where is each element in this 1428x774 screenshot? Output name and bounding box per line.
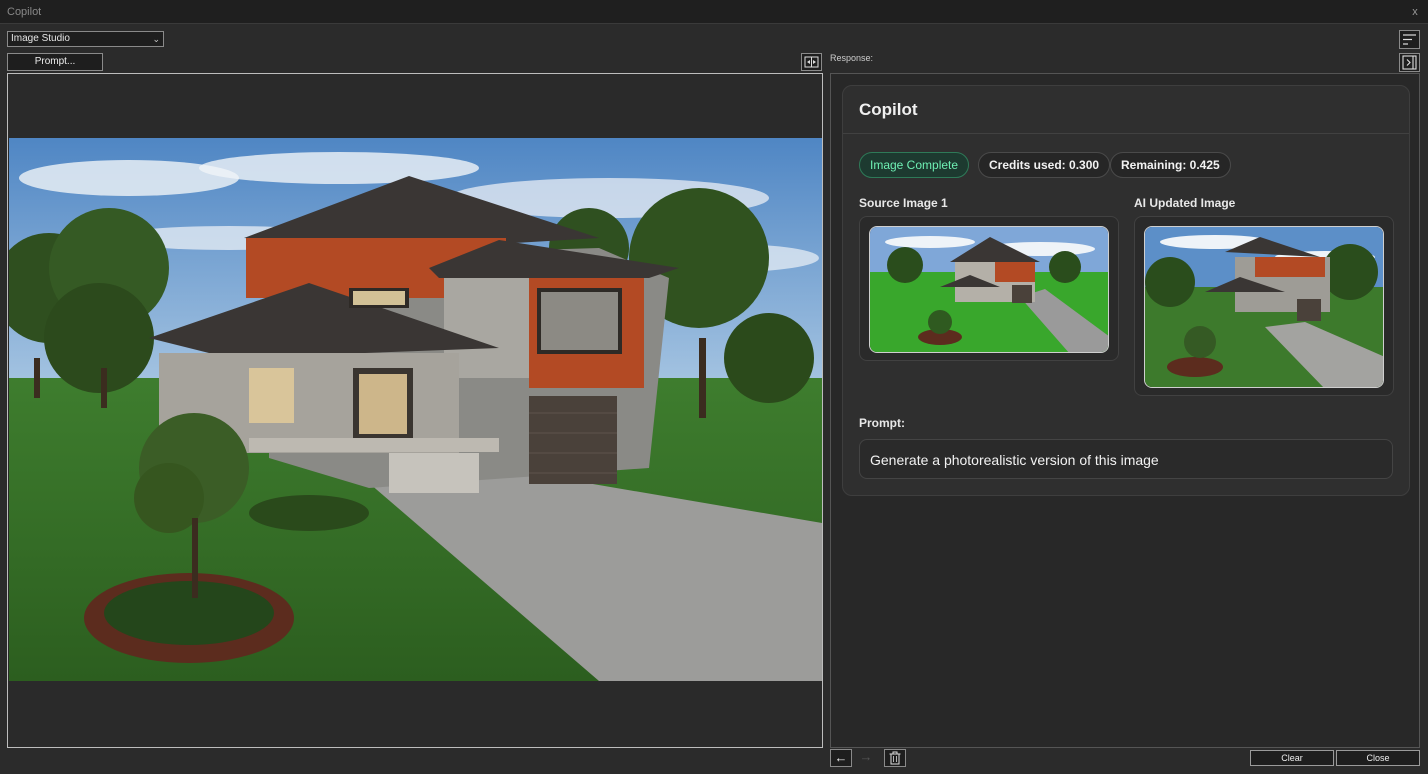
window-title: Copilot: [7, 6, 42, 18]
card-title: Copilot: [859, 100, 918, 119]
updated-image-card: [1134, 216, 1394, 396]
close-icon[interactable]: x: [1408, 5, 1422, 19]
delete-button[interactable]: [884, 749, 906, 767]
source-image-card: [859, 216, 1119, 361]
collapse-panel-icon: [1402, 55, 1417, 70]
credits-used-badge: Credits used: 0.300: [978, 152, 1111, 178]
card-header: Copilot: [843, 86, 1409, 134]
prompt-label: Prompt:: [859, 416, 905, 430]
chevron-down-icon: ⌄: [152, 34, 160, 44]
prompt-button[interactable]: Prompt...: [7, 53, 103, 71]
mode-dropdown-value: Image Studio: [11, 33, 70, 44]
rendered-house-image: [9, 138, 822, 681]
sort-button[interactable]: [1399, 30, 1420, 49]
title-bar: Copilot x: [0, 0, 1428, 24]
image-canvas[interactable]: [7, 73, 823, 748]
arrow-right-icon[interactable]: →: [855, 749, 877, 767]
trash-icon: [889, 751, 901, 765]
source-image-render: [870, 227, 1108, 352]
updated-image-label: AI Updated Image: [1134, 196, 1236, 210]
remaining-badge: Remaining: 0.425: [1110, 152, 1231, 178]
source-image-thumbnail[interactable]: [869, 226, 1109, 353]
clear-button[interactable]: Clear: [1250, 750, 1334, 766]
mode-dropdown[interactable]: Image Studio ⌄: [7, 31, 164, 47]
collapse-panel-button[interactable]: [1399, 53, 1420, 72]
updated-image-render: [1145, 227, 1383, 387]
response-card: Copilot Image Complete Credits used: 0.3…: [842, 85, 1410, 496]
response-panel: Copilot Image Complete Credits used: 0.3…: [830, 73, 1420, 748]
arrow-left-icon[interactable]: ←: [830, 749, 852, 767]
sort-lines-icon: [1403, 34, 1416, 45]
status-badge: Image Complete: [859, 152, 970, 178]
source-image-label: Source Image 1: [859, 196, 948, 210]
prompt-text-box: Generate a photorealistic version of thi…: [859, 439, 1393, 479]
swap-panels-icon: [804, 56, 819, 68]
swap-panels-button[interactable]: [801, 53, 822, 71]
response-label: Response:: [830, 53, 874, 63]
close-button[interactable]: Close: [1336, 750, 1420, 766]
updated-image-thumbnail[interactable]: [1144, 226, 1384, 388]
